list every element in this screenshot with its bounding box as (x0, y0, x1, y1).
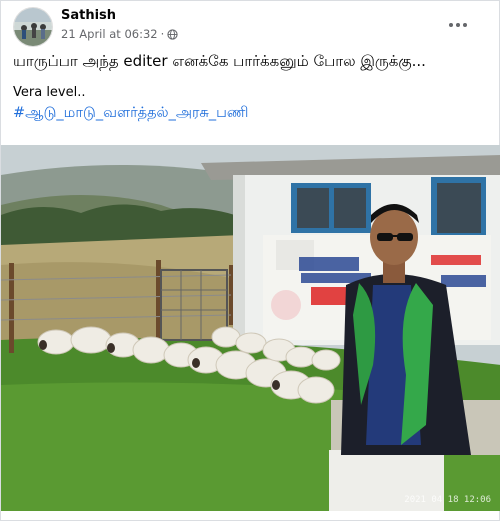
separator-dot: · (160, 27, 165, 41)
more-dot-icon (463, 23, 467, 27)
hashtag-link[interactable]: #ஆடு_மாடு_வளர்த்தல்_அரசு_பணி (13, 103, 487, 123)
post-text: யாருப்பா அந்த editer எனக்கே பார்க்கனும் … (13, 51, 487, 123)
globe-icon (167, 28, 178, 40)
post-photo[interactable]: 2021 04 18 12:06 (1, 145, 500, 511)
facebook-post: Sathish 21 April at 06:32 · யாருப்பா அந்… (0, 0, 500, 521)
more-options-button[interactable] (445, 15, 471, 35)
more-dot-icon (449, 23, 453, 27)
photo-timestamp: 2021 04 18 12:06 (404, 495, 491, 505)
avatar[interactable] (13, 7, 53, 47)
photo-scene (1, 145, 500, 511)
post-meta: 21 April at 06:32 · (61, 27, 178, 41)
post-date[interactable]: 21 April at 06:32 (61, 27, 158, 41)
post-header: Sathish 21 April at 06:32 · (13, 7, 487, 47)
post-text-line1: யாருப்பா அந்த editer எனக்கே பார்க்கனும் … (13, 52, 426, 70)
post-text-line2: Vera level.. (13, 85, 86, 100)
more-dot-icon (456, 23, 460, 27)
author-name[interactable]: Sathish (61, 8, 116, 23)
